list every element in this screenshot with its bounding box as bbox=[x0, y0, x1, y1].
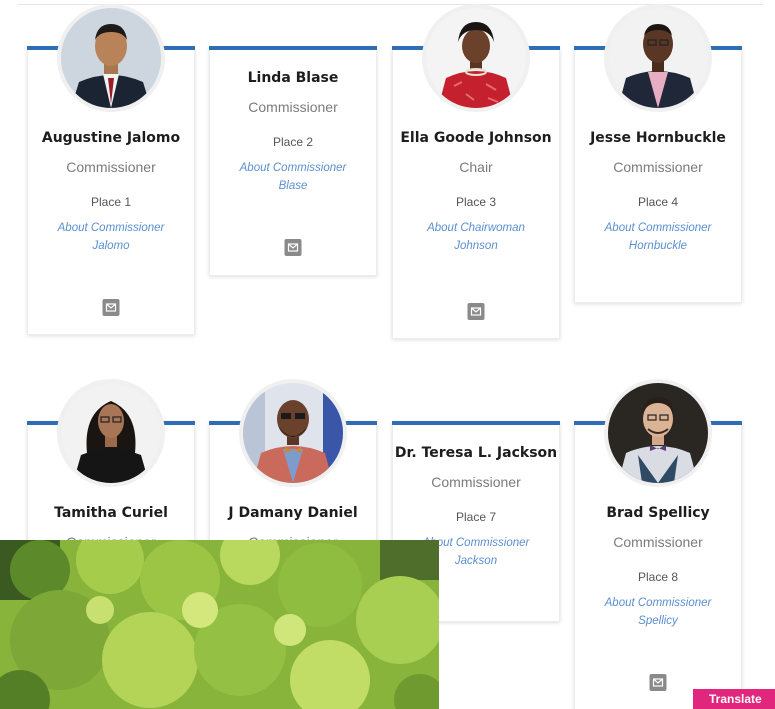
translate-button[interactable]: Translate bbox=[693, 689, 775, 709]
commissioner-card-spellicy: Brad Spellicy Commissioner Place 8 About… bbox=[574, 379, 742, 709]
about-commissioner-link[interactable]: About Commissioner Jalomo bbox=[50, 219, 172, 255]
commissioner-name: Ella Goode Johnson bbox=[400, 130, 552, 146]
accent-bar bbox=[209, 46, 377, 50]
accent-bar bbox=[708, 46, 742, 50]
commissioner-name: Dr. Teresa L. Jackson bbox=[394, 445, 558, 461]
commissioner-place: Place 7 bbox=[455, 510, 497, 524]
avatar-curiel bbox=[57, 379, 165, 487]
commissioner-name: Linda Blase bbox=[247, 70, 339, 86]
commissioner-card-johnson: Ella Goode Johnson Chair Place 3 About C… bbox=[392, 4, 560, 339]
about-link-line2: Jackson bbox=[454, 555, 498, 567]
tree-photo bbox=[0, 540, 439, 709]
avatar-jalomo bbox=[57, 4, 165, 112]
commissioner-role: Chair bbox=[459, 159, 493, 175]
commissioner-card-blase: Linda Blase Commissioner Place 2 About C… bbox=[209, 46, 377, 276]
envelope-icon bbox=[105, 303, 117, 312]
commissioner-name: Brad Spellicy bbox=[606, 505, 710, 521]
accent-bar bbox=[392, 421, 560, 425]
about-link-line1: About Chairwoman bbox=[427, 222, 525, 234]
avatar-hornbuckle bbox=[604, 4, 712, 112]
commissioner-role: Commissioner bbox=[431, 474, 521, 490]
commissioner-name: Augustine Jalomo bbox=[41, 130, 181, 146]
accent-bar bbox=[161, 46, 195, 50]
accent-bar bbox=[708, 421, 742, 425]
accent-bar bbox=[27, 421, 61, 425]
about-link-line2: Blase bbox=[278, 180, 308, 192]
commissioner-place: Place 3 bbox=[455, 195, 497, 209]
commissioner-name: Tamitha Curiel bbox=[54, 505, 168, 521]
accent-bar bbox=[574, 421, 608, 425]
about-chairwoman-link[interactable]: About Chairwoman Johnson bbox=[415, 219, 537, 255]
commissioner-place: Place 2 bbox=[272, 135, 314, 149]
accent-bar bbox=[526, 46, 560, 50]
email-button[interactable] bbox=[649, 674, 667, 691]
commissioner-place: Place 4 bbox=[637, 195, 679, 209]
commissioner-place: Place 8 bbox=[637, 570, 679, 584]
accent-bar bbox=[161, 421, 195, 425]
email-button[interactable] bbox=[284, 239, 302, 256]
commissioner-role: Commissioner bbox=[66, 159, 156, 175]
about-commissioner-link[interactable]: About Commissioner Blase bbox=[232, 159, 354, 195]
email-button[interactable] bbox=[102, 299, 120, 316]
accent-bar bbox=[209, 421, 243, 425]
about-commissioner-link[interactable]: About Commissioner Spellicy bbox=[597, 594, 719, 630]
about-commissioner-link[interactable]: About Commissioner Hornbuckle bbox=[597, 219, 719, 255]
commissioner-card-jalomo: Augustine Jalomo Commissioner Place 1 Ab… bbox=[27, 4, 195, 335]
about-link-line2: Spellicy bbox=[638, 615, 678, 627]
accent-bar bbox=[574, 46, 608, 50]
accent-bar bbox=[27, 46, 61, 50]
commissioner-role: Commissioner bbox=[613, 534, 703, 550]
about-link-line2: Johnson bbox=[454, 240, 498, 252]
commissioner-role: Commissioner bbox=[613, 159, 703, 175]
email-button[interactable] bbox=[467, 303, 485, 320]
commissioner-name: Jesse Hornbuckle bbox=[590, 130, 726, 146]
avatar-johnson bbox=[422, 4, 530, 112]
avatar-daniel bbox=[239, 379, 347, 487]
envelope-icon bbox=[470, 307, 482, 316]
envelope-icon bbox=[652, 678, 664, 687]
accent-bar bbox=[343, 421, 377, 425]
about-link-line1: About Commissioner bbox=[604, 597, 712, 609]
about-link-line1: About Commissioner bbox=[57, 222, 165, 234]
avatar-spellicy bbox=[604, 379, 712, 487]
commissioner-card-hornbuckle: Jesse Hornbuckle Commissioner Place 4 Ab… bbox=[574, 4, 742, 303]
about-link-line1: About Commissioner bbox=[604, 222, 712, 234]
about-link-line2: Hornbuckle bbox=[628, 240, 688, 252]
envelope-icon bbox=[287, 243, 299, 252]
commissioner-name: J Damany Daniel bbox=[228, 505, 358, 521]
about-link-line1: About Commissioner bbox=[239, 162, 347, 174]
commissioner-role: Commissioner bbox=[248, 99, 338, 115]
commissioner-place: Place 1 bbox=[90, 195, 132, 209]
about-link-line2: Jalomo bbox=[92, 240, 130, 252]
accent-bar bbox=[392, 46, 426, 50]
